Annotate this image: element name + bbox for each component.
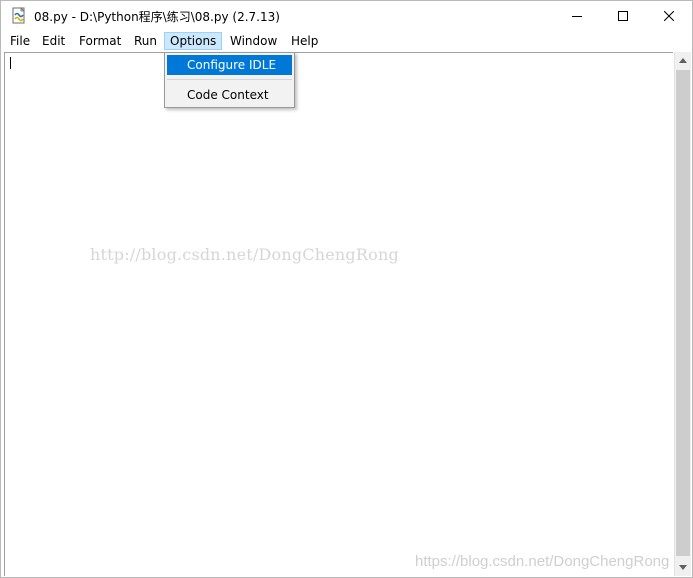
menu-edit[interactable]: Edit [37, 32, 70, 50]
scroll-up-button[interactable] [675, 52, 691, 69]
menu-item-configure-idle[interactable]: Configure IDLE [167, 55, 292, 75]
close-icon [664, 11, 674, 21]
title-bar[interactable]: 08.py - D:\Python程序\练习\08.py (2.7.13) [1, 1, 692, 31]
maximize-button[interactable] [600, 1, 646, 31]
python-file-icon [12, 7, 25, 24]
watermark-center: http://blog.csdn.net/DongChengRong [90, 245, 399, 264]
menu-options[interactable]: Options [164, 32, 223, 50]
menu-window[interactable]: Window [225, 32, 282, 50]
arrow-up-icon [679, 58, 687, 63]
menu-separator [167, 79, 292, 80]
watermark-corner: https://blog.csdn.net/DongChengRong [415, 553, 670, 570]
minimize-button[interactable] [554, 1, 600, 31]
menu-item-code-context[interactable]: Code Context [167, 85, 292, 105]
arrow-down-icon [679, 565, 687, 570]
menu-help[interactable]: Help [286, 32, 323, 50]
scroll-thumb[interactable] [676, 70, 690, 556]
scroll-down-button[interactable] [675, 559, 691, 576]
menu-file[interactable]: File [5, 32, 35, 50]
vertical-scrollbar[interactable] [674, 52, 691, 576]
editor-text-area[interactable] [4, 52, 673, 576]
text-caret [10, 57, 11, 69]
menu-run[interactable]: Run [129, 32, 162, 50]
options-dropdown-menu: Configure IDLE Code Context [164, 52, 295, 108]
minimize-icon [572, 16, 582, 17]
idle-window: 08.py - D:\Python程序\练习\08.py (2.7.13) Fi… [0, 0, 693, 578]
maximize-icon [618, 11, 628, 21]
menu-format[interactable]: Format [74, 32, 126, 50]
close-button[interactable] [646, 1, 692, 31]
window-title: 08.py - D:\Python程序\练习\08.py (2.7.13) [34, 10, 280, 24]
menu-bar: File Edit Format Run Options Window Help [1, 31, 692, 51]
